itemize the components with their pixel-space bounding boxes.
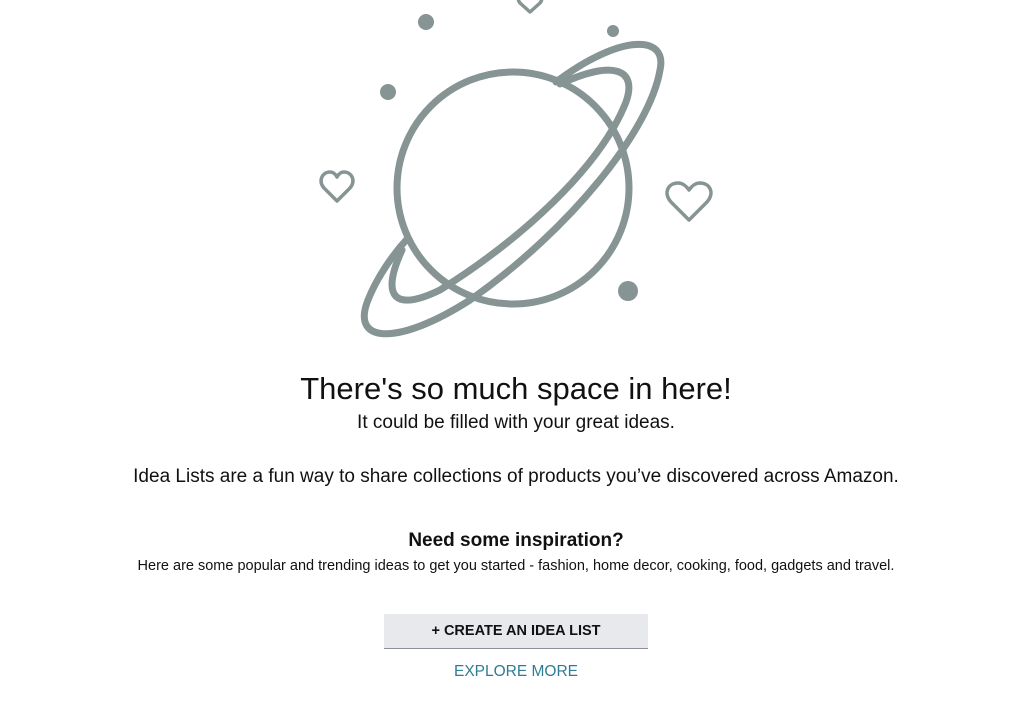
heart-icon <box>665 181 713 222</box>
dot-icon <box>418 14 434 30</box>
empty-idea-lists-page: There's so much space in here! It could … <box>0 0 1024 720</box>
heart-icon <box>319 170 355 203</box>
dot-icon <box>607 25 619 37</box>
empty-state-subline: It could be filled with your great ideas… <box>357 412 675 433</box>
dot-icon <box>618 281 638 301</box>
heart-icon <box>516 0 544 14</box>
idea-lists-description: Idea Lists are a fun way to share collec… <box>133 466 899 487</box>
explore-more-link[interactable]: EXPLORE MORE <box>384 661 648 683</box>
space-illustration <box>319 0 713 338</box>
empty-state-headline: There's so much space in here! <box>300 371 732 406</box>
dot-icon <box>380 84 396 100</box>
create-idea-list-button[interactable]: + CREATE AN IDEA LIST <box>384 614 648 649</box>
inspiration-body: Here are some popular and trending ideas… <box>137 558 895 574</box>
planet-ring-outer <box>360 40 665 338</box>
inspiration-title: Need some inspiration? <box>408 530 624 551</box>
